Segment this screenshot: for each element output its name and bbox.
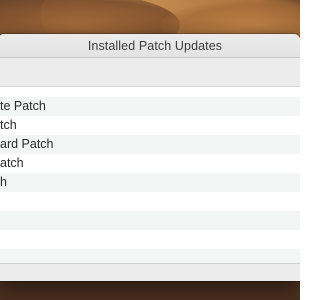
- list-item[interactable]: h: [0, 173, 300, 192]
- list-item[interactable]: ard Patch: [0, 135, 300, 154]
- list-item-label: ard Patch: [0, 137, 54, 151]
- desktop-background: Installed Patch Updates te Patch tch ard…: [0, 0, 300, 300]
- empty-list-row: [0, 211, 300, 230]
- window-titlebar[interactable]: Installed Patch Updates: [0, 34, 300, 58]
- window-title: Installed Patch Updates: [87, 38, 223, 53]
- list-top-padding: [0, 87, 300, 97]
- window-bottom-bar: [0, 263, 300, 281]
- list-item-label: te Patch: [0, 99, 46, 113]
- list-item-label: atch: [0, 156, 24, 170]
- list-item[interactable]: tch: [0, 116, 300, 135]
- list-item-label: h: [0, 175, 7, 189]
- installed-patch-updates-window: Installed Patch Updates te Patch tch ard…: [0, 34, 300, 281]
- patch-list[interactable]: te Patch tch ard Patch atch h: [0, 87, 300, 265]
- list-item-label: tch: [0, 118, 17, 132]
- empty-list-row: [0, 192, 300, 211]
- list-item[interactable]: te Patch: [0, 97, 300, 116]
- empty-list-row: [0, 230, 300, 249]
- list-item[interactable]: atch: [0, 154, 300, 173]
- list-header-strip: [0, 58, 300, 87]
